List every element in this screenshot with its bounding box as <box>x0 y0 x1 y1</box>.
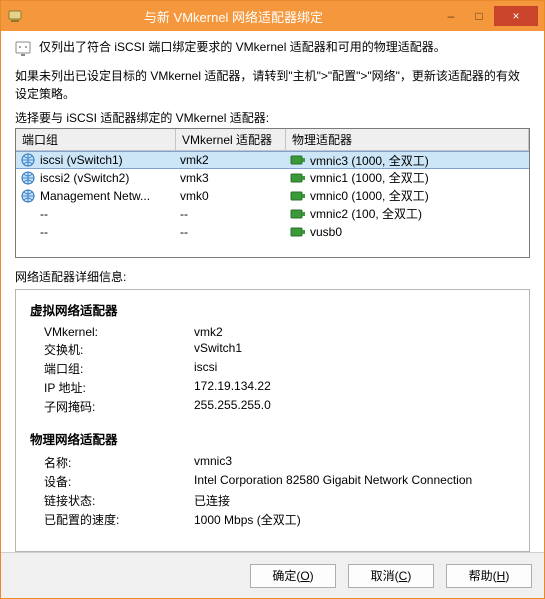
kv-name-value: vmnic3 <box>194 454 515 471</box>
kv-ip-value: 172.19.134.22 <box>194 379 515 396</box>
virtual-adapter-heading: 虚拟网络适配器 <box>30 300 515 319</box>
window-title: 与新 VMkernel 网络适配器绑定 <box>31 7 436 26</box>
portgroup-cell: Management Netw... <box>40 189 150 203</box>
physical-adapter-heading: 物理网络适配器 <box>30 429 515 448</box>
vmk-cell: vmk2 <box>180 153 209 167</box>
phys-cell: vmnic1 (1000, 全双工) <box>310 169 429 186</box>
table-label: 选择要与 iSCSI 适配器绑定的 VMkernel 适配器: <box>15 109 530 126</box>
phys-cell: vmnic2 (100, 全双工) <box>310 205 422 222</box>
kv-link-value: 已连接 <box>194 492 515 509</box>
nic-icon <box>290 171 306 185</box>
vmk-cell: -- <box>180 225 188 239</box>
nic-icon <box>290 189 306 203</box>
cancel-button[interactable]: 取消(C) <box>348 564 434 588</box>
details-panel: 虚拟网络适配器 VMkernel:vmk2 交换机:vSwitch1 端口组:i… <box>15 289 530 552</box>
kv-speed-label: 已配置的速度: <box>44 511 194 528</box>
vmk-cell: vmk3 <box>180 171 209 185</box>
portgroup-icon <box>20 189 36 203</box>
ok-button[interactable]: 确定(O) <box>250 564 336 588</box>
kv-mask-value: 255.255.255.0 <box>194 398 515 415</box>
vmk-cell: vmk0 <box>180 189 209 203</box>
instruction-text: 如果未列出已设定目标的 VMkernel 适配器，请转到"主机">"配置">"网… <box>15 67 530 103</box>
dialog-window: 与新 VMkernel 网络适配器绑定 – □ × 仅列出了符合 iSCSI 端… <box>0 0 545 599</box>
vmk-cell: -- <box>180 207 188 221</box>
table-cell[interactable]: vmk2 <box>176 151 286 169</box>
intro-text: 仅列出了符合 iSCSI 端口绑定要求的 VMkernel 适配器和可用的物理适… <box>39 39 446 56</box>
portgroup-cell: -- <box>40 225 48 239</box>
col-physical[interactable]: 物理适配器 <box>286 129 529 151</box>
kv-portgroup-label: 端口组: <box>44 360 194 377</box>
kv-switch-label: 交换机: <box>44 341 194 358</box>
col-vmkernel[interactable]: VMkernel 适配器 <box>176 129 286 151</box>
intro-row: 仅列出了符合 iSCSI 端口绑定要求的 VMkernel 适配器和可用的物理适… <box>15 39 530 57</box>
table-cell[interactable]: -- <box>176 223 286 241</box>
phys-cell: vmnic3 (1000, 全双工) <box>310 152 429 169</box>
portgroup-icon <box>20 171 36 185</box>
minimize-button[interactable]: – <box>438 6 464 26</box>
table-cell[interactable]: vmnic2 (100, 全双工) <box>286 205 529 223</box>
content-area: 仅列出了符合 iSCSI 端口绑定要求的 VMkernel 适配器和可用的物理适… <box>1 31 544 552</box>
help-button[interactable]: 帮助(H) <box>446 564 532 588</box>
details-label: 网络适配器详细信息: <box>15 268 530 285</box>
nic-icon <box>290 207 306 221</box>
info-icon <box>15 41 31 57</box>
kv-name-label: 名称: <box>44 454 194 471</box>
table-cell[interactable]: vmnic3 (1000, 全双工) <box>286 151 529 169</box>
table-cell[interactable]: vusb0 <box>286 223 529 241</box>
kv-link-label: 链接状态: <box>44 492 194 509</box>
nic-icon <box>290 225 306 239</box>
phys-cell: vusb0 <box>310 225 342 239</box>
portgroup-cell: iscsi (vSwitch1) <box>40 153 123 167</box>
table-cell[interactable]: -- <box>16 205 176 223</box>
table-cell[interactable]: iscsi (vSwitch1) <box>16 151 176 169</box>
window-buttons: – □ × <box>436 6 538 26</box>
table-cell[interactable]: vmk3 <box>176 169 286 187</box>
kv-switch-value: vSwitch1 <box>194 341 515 358</box>
table-cell[interactable]: vmnic1 (1000, 全双工) <box>286 169 529 187</box>
col-portgroup[interactable]: 端口组 <box>16 129 176 151</box>
kv-ip-label: IP 地址: <box>44 379 194 396</box>
kv-device-value: Intel Corporation 82580 Gigabit Network … <box>194 473 515 490</box>
kv-vmkernel-label: VMkernel: <box>44 325 194 339</box>
app-icon <box>7 8 23 24</box>
table-cell[interactable]: vmnic0 (1000, 全双工) <box>286 187 529 205</box>
table-cell[interactable]: -- <box>176 205 286 223</box>
portgroup-cell: iscsi2 (vSwitch2) <box>40 171 129 185</box>
adapter-grid: 端口组 VMkernel 适配器 物理适配器 iscsi (vSwitch1) v… <box>16 129 529 241</box>
kv-device-label: 设备: <box>44 473 194 490</box>
button-bar: 确定(O) 取消(C) 帮助(H) <box>1 552 544 598</box>
titlebar[interactable]: 与新 VMkernel 网络适配器绑定 – □ × <box>1 1 544 31</box>
table-cell[interactable]: -- <box>16 223 176 241</box>
portgroup-cell: -- <box>40 207 48 221</box>
kv-mask-label: 子网掩码: <box>44 398 194 415</box>
table-cell[interactable]: vmk0 <box>176 187 286 205</box>
phys-cell: vmnic0 (1000, 全双工) <box>310 187 429 204</box>
table-cell[interactable]: iscsi2 (vSwitch2) <box>16 169 176 187</box>
kv-vmkernel-value: vmk2 <box>194 325 515 339</box>
close-button[interactable]: × <box>494 6 538 26</box>
adapter-table[interactable]: 端口组 VMkernel 适配器 物理适配器 iscsi (vSwitch1) v… <box>15 128 530 258</box>
portgroup-icon <box>20 153 36 167</box>
maximize-button[interactable]: □ <box>466 6 492 26</box>
kv-portgroup-value: iscsi <box>194 360 515 377</box>
table-cell[interactable]: Management Netw... <box>16 187 176 205</box>
nic-icon <box>290 153 306 167</box>
kv-speed-value: 1000 Mbps (全双工) <box>194 511 515 528</box>
